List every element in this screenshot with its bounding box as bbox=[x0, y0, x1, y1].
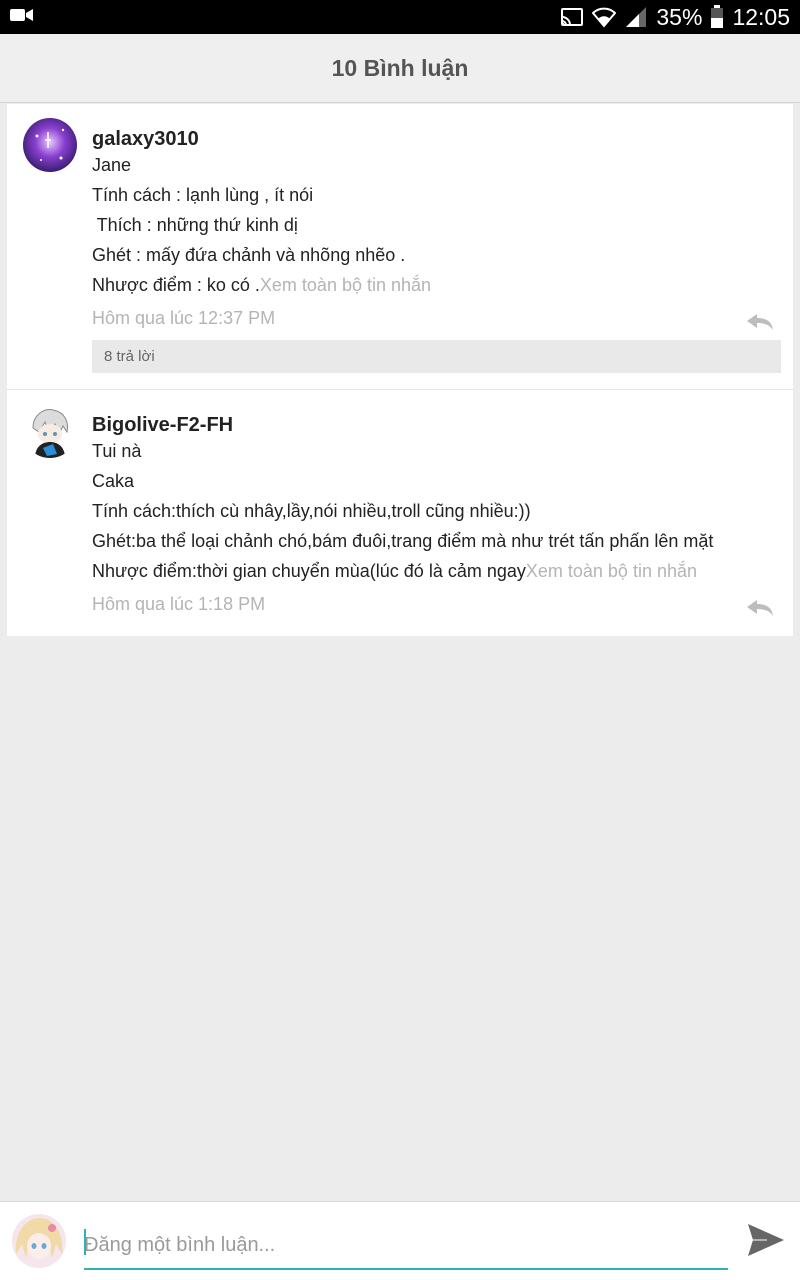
comment-text-line: Tính cách:thích cù nhây,lầy,nói nhiều,tr… bbox=[92, 501, 531, 521]
avatar bbox=[12, 1214, 66, 1268]
clock: 12:05 bbox=[732, 3, 790, 30]
comment-meta: Hôm qua lúc 1:18 PM bbox=[92, 586, 781, 620]
battery-icon bbox=[710, 5, 724, 29]
see-all-link[interactable]: Xem toàn bộ tin nhắn bbox=[526, 561, 697, 581]
comments-header: 10 Bình luận bbox=[0, 34, 800, 103]
comment-list: galaxy3010 Jane Tính cách : lạnh lùng , … bbox=[7, 104, 793, 636]
battery-percent: 35% bbox=[656, 3, 703, 30]
send-icon bbox=[747, 1223, 785, 1262]
comment-timestamp: Hôm qua lúc 12:37 PM bbox=[92, 308, 276, 328]
reply-icon[interactable] bbox=[745, 308, 775, 330]
signal-icon bbox=[624, 6, 648, 28]
wifi-icon bbox=[592, 6, 617, 28]
comment-text-line: Caka bbox=[92, 471, 135, 491]
video-camera-icon bbox=[10, 7, 34, 28]
comment-meta: Hôm qua lúc 12:37 PM bbox=[92, 300, 781, 334]
replies-button[interactable]: 8 trả lời bbox=[92, 340, 781, 373]
status-bar: 35% 12:05 bbox=[0, 0, 800, 34]
comment-text-line-last: Nhược điểm:thời gian chuyển mùa(lúc đó l… bbox=[92, 556, 781, 586]
avatar[interactable] bbox=[23, 404, 77, 458]
send-button[interactable] bbox=[746, 1222, 786, 1262]
avatar[interactable] bbox=[23, 118, 77, 172]
comment-text-line: Ghét : mấy đứa chảnh và nhõng nhẽo . bbox=[92, 245, 406, 265]
page-title: 10 Bình luận bbox=[331, 54, 469, 81]
comment-text: Nhược điểm : ko có . bbox=[92, 275, 260, 295]
comment-text-line: Tính cách : lạnh lùng , ít nói bbox=[92, 185, 314, 205]
comment-text-line: Thích : những thứ kinh dị bbox=[92, 215, 298, 235]
comment-timestamp: Hôm qua lúc 1:18 PM bbox=[92, 594, 266, 614]
comment-text-line: Ghét:ba thể loại chảnh chó,bám đuôi,tran… bbox=[92, 531, 714, 551]
cast-icon bbox=[560, 7, 584, 27]
comment-text-line: Tui nà bbox=[92, 441, 142, 461]
comment-username[interactable]: galaxy3010 bbox=[92, 118, 781, 150]
comment-text-line: Jane bbox=[92, 155, 132, 175]
comment-username[interactable]: Bigolive-F2-FH bbox=[92, 404, 781, 436]
comment-item: Bigolive-F2-FH Tui nà Caka Tính cách:thí… bbox=[7, 390, 793, 636]
see-all-link[interactable]: Xem toàn bộ tin nhắn bbox=[260, 275, 431, 295]
comment-input[interactable] bbox=[84, 1222, 728, 1270]
reply-icon[interactable] bbox=[745, 594, 775, 616]
comment-text: Nhược điểm:thời gian chuyển mùa(lúc đó l… bbox=[92, 561, 526, 581]
comment-item: galaxy3010 Jane Tính cách : lạnh lùng , … bbox=[7, 104, 793, 390]
compose-bar bbox=[0, 1201, 800, 1280]
text-cursor bbox=[84, 1229, 86, 1255]
comment-text-line-last: Nhược điểm : ko có .Xem toàn bộ tin nhắn bbox=[92, 270, 781, 300]
